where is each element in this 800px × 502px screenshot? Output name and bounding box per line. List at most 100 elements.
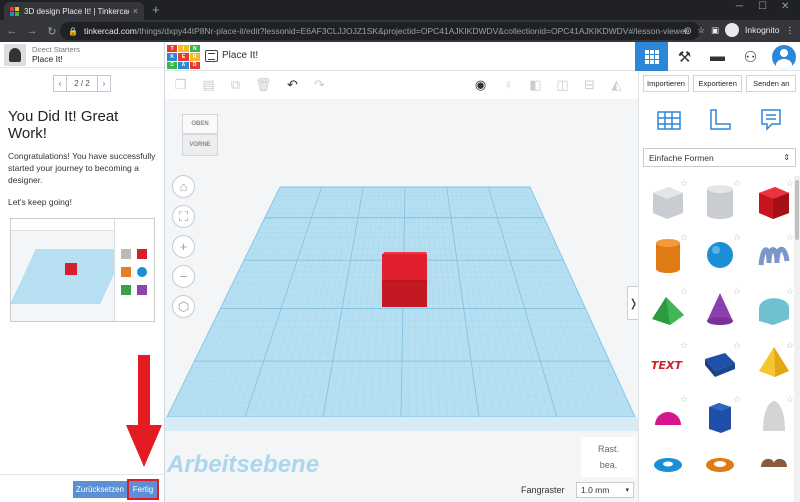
reload-icon[interactable]: ↻ xyxy=(44,25,60,38)
home-view-button[interactable]: ⌂ xyxy=(172,175,195,198)
lock-icon: 🔒 xyxy=(68,26,78,36)
pager-next-button[interactable]: › xyxy=(97,75,111,92)
copy-icon[interactable]: ❐ xyxy=(173,77,188,92)
shape-library-select[interactable]: Einfache Formen ⇕ xyxy=(643,148,796,167)
tinkercad-logo[interactable]: TIN KER CAD xyxy=(167,45,200,69)
edit-grid-line2: bea. xyxy=(599,460,618,470)
notes-bubble-icon[interactable] xyxy=(757,106,785,134)
mirror-icon[interactable]: ◭ xyxy=(609,77,624,92)
edit-toolbar: ❐ ▤ ⧉ 🗑 ↶ ↷ ◉ ♀ ◧ ◫ ⊟ ◭ xyxy=(165,71,638,99)
side-panel-icon[interactable]: ▣ xyxy=(711,25,719,36)
app-header: TIN KER CAD Place It! ⚒ ▬ ⚇ xyxy=(165,42,800,71)
undo-icon[interactable]: ↶ xyxy=(285,77,300,92)
zoom-in-button[interactable]: + xyxy=(172,235,195,258)
fit-icon: ⛶ xyxy=(178,208,189,224)
snap-grid-value: 1.0 mm xyxy=(581,485,610,495)
shape-solid-icon[interactable]: ◧ xyxy=(528,77,543,92)
zoom-out-button[interactable]: − xyxy=(172,265,195,288)
home-icon: ⌂ xyxy=(179,179,188,194)
shapes-panel: Importieren Exportieren Senden an Einfac… xyxy=(638,71,800,502)
address-bar[interactable]: 🔒 tinkercad.com /things/dxpy44tP8Nr-plac… xyxy=(60,22,700,40)
ruler-icon[interactable] xyxy=(706,106,734,134)
browser-tabstrip: 3D design Place It! | Tinkercad × + ─ ☐ … xyxy=(0,0,800,20)
grid-icon xyxy=(644,49,659,64)
shapes-scrollbar[interactable] xyxy=(794,176,800,502)
shape-library-value: Einfache Formen xyxy=(649,152,714,163)
brick-icon: ▬ xyxy=(710,48,725,65)
forward-icon[interactable]: → xyxy=(24,25,40,37)
eye-off-icon[interactable]: ◎ xyxy=(684,25,691,36)
workplane-tool-icon[interactable] xyxy=(655,106,683,134)
view-cube-front[interactable]: VORNE xyxy=(182,134,218,156)
view-cube[interactable]: OBEN VORNE xyxy=(180,114,220,158)
lesson-avatar xyxy=(4,43,26,66)
edit-grid-line1: Rast. xyxy=(597,444,619,454)
minus-icon: − xyxy=(179,269,188,284)
pickaxe-icon: ⚒ xyxy=(677,48,692,66)
design-title[interactable]: Place It! xyxy=(222,50,258,61)
pager-prev-button[interactable]: ‹ xyxy=(53,75,67,92)
snap-grid-select[interactable]: 1.0 mm ▾ xyxy=(576,482,634,498)
fit-view-button[interactable]: ⛶ xyxy=(172,205,195,228)
bookmark-star-icon[interactable]: ☆ xyxy=(697,25,705,36)
incognito-icon xyxy=(725,23,739,37)
lesson-pager: ‹ 2 / 2 › xyxy=(0,75,164,92)
cube-icon: ⬡ xyxy=(177,298,190,314)
3d-view-button[interactable] xyxy=(635,42,668,71)
url-host: tinkercad.com xyxy=(83,26,137,36)
browser-toolbar: ← → ↻ 🔒 tinkercad.com /things/dxpy44tP8N… xyxy=(0,20,800,42)
lesson-header: Direct Starters Place It! xyxy=(0,42,164,68)
maximize-icon[interactable]: ☐ xyxy=(758,1,767,12)
group-icon[interactable]: ◫ xyxy=(555,77,570,92)
ortho-view-button[interactable]: ⬡ xyxy=(172,295,195,318)
redo-icon[interactable]: ↷ xyxy=(312,77,327,92)
lightbulb-icon[interactable]: ♀ xyxy=(501,77,516,92)
pager-label: 2 / 2 xyxy=(67,75,97,92)
import-button[interactable]: Importieren xyxy=(643,75,689,92)
tinkercad-favicon-icon xyxy=(10,6,19,16)
tab-title: 3D design Place It! | Tinkercad xyxy=(24,6,129,16)
minimize-icon[interactable]: ─ xyxy=(736,1,743,12)
view-cube-top[interactable]: OBEN xyxy=(182,114,218,134)
notes-icon[interactable]: ◉ xyxy=(473,77,488,92)
lesson-preview-image xyxy=(10,218,155,322)
svg-text:TEXT: TEXT xyxy=(651,359,683,372)
paste-icon[interactable]: ▤ xyxy=(201,77,216,92)
bricks-button[interactable]: ▬ xyxy=(701,42,734,71)
lesson-footer: Zurücksetzen Fertig xyxy=(0,474,165,502)
done-button[interactable]: Fertig xyxy=(127,479,159,500)
heart-shape[interactable] xyxy=(755,451,793,491)
lesson-name: Place It! xyxy=(32,54,63,64)
duplicate-icon[interactable]: ⧉ xyxy=(228,77,243,92)
new-tab-button[interactable]: + xyxy=(152,2,160,17)
red-arrow-annotation xyxy=(126,355,162,467)
workplane-area[interactable]: OBEN VORNE ⌂ ⛶ + − ⬡ Arbeitsebene Rast. … xyxy=(165,99,638,502)
menu-dots-icon[interactable]: ⋮ xyxy=(786,25,795,36)
add-user-button[interactable]: ⚇ xyxy=(734,42,767,71)
close-window-icon[interactable]: ✕ xyxy=(781,1,789,12)
profile-button[interactable] xyxy=(767,42,800,71)
tube-shape[interactable] xyxy=(701,451,739,491)
workplane-grid[interactable] xyxy=(165,99,638,502)
lesson-paragraph-1: Congratulations! You have successfully s… xyxy=(8,151,156,185)
lesson-heading: You Did It! Great Work! xyxy=(8,108,119,142)
chevron-down-icon: ▾ xyxy=(625,487,629,494)
incognito-label[interactable]: Inkognito xyxy=(745,25,780,35)
torus-shape[interactable] xyxy=(649,451,687,491)
avatar xyxy=(771,44,796,69)
edit-grid-button[interactable]: Rast. bea. xyxy=(581,437,636,477)
browser-tab[interactable]: 3D design Place It! | Tinkercad × xyxy=(4,2,144,20)
tab-close-icon[interactable]: × xyxy=(133,6,138,16)
codeblocks-button[interactable]: ⚒ xyxy=(668,42,701,71)
send-to-button[interactable]: Senden an xyxy=(746,75,796,92)
box-front-lower[interactable] xyxy=(382,281,427,307)
back-icon[interactable]: ← xyxy=(4,25,20,37)
delete-icon[interactable]: 🗑 xyxy=(255,77,272,92)
plus-icon: + xyxy=(179,239,188,254)
align-icon[interactable]: ⊟ xyxy=(582,77,597,92)
add-user-icon: ⚇ xyxy=(743,48,758,66)
design-list-icon[interactable] xyxy=(205,50,218,62)
export-button[interactable]: Exportieren xyxy=(692,75,743,92)
reset-button[interactable]: Zurücksetzen xyxy=(73,481,127,498)
updown-icon: ⇕ xyxy=(783,153,790,162)
